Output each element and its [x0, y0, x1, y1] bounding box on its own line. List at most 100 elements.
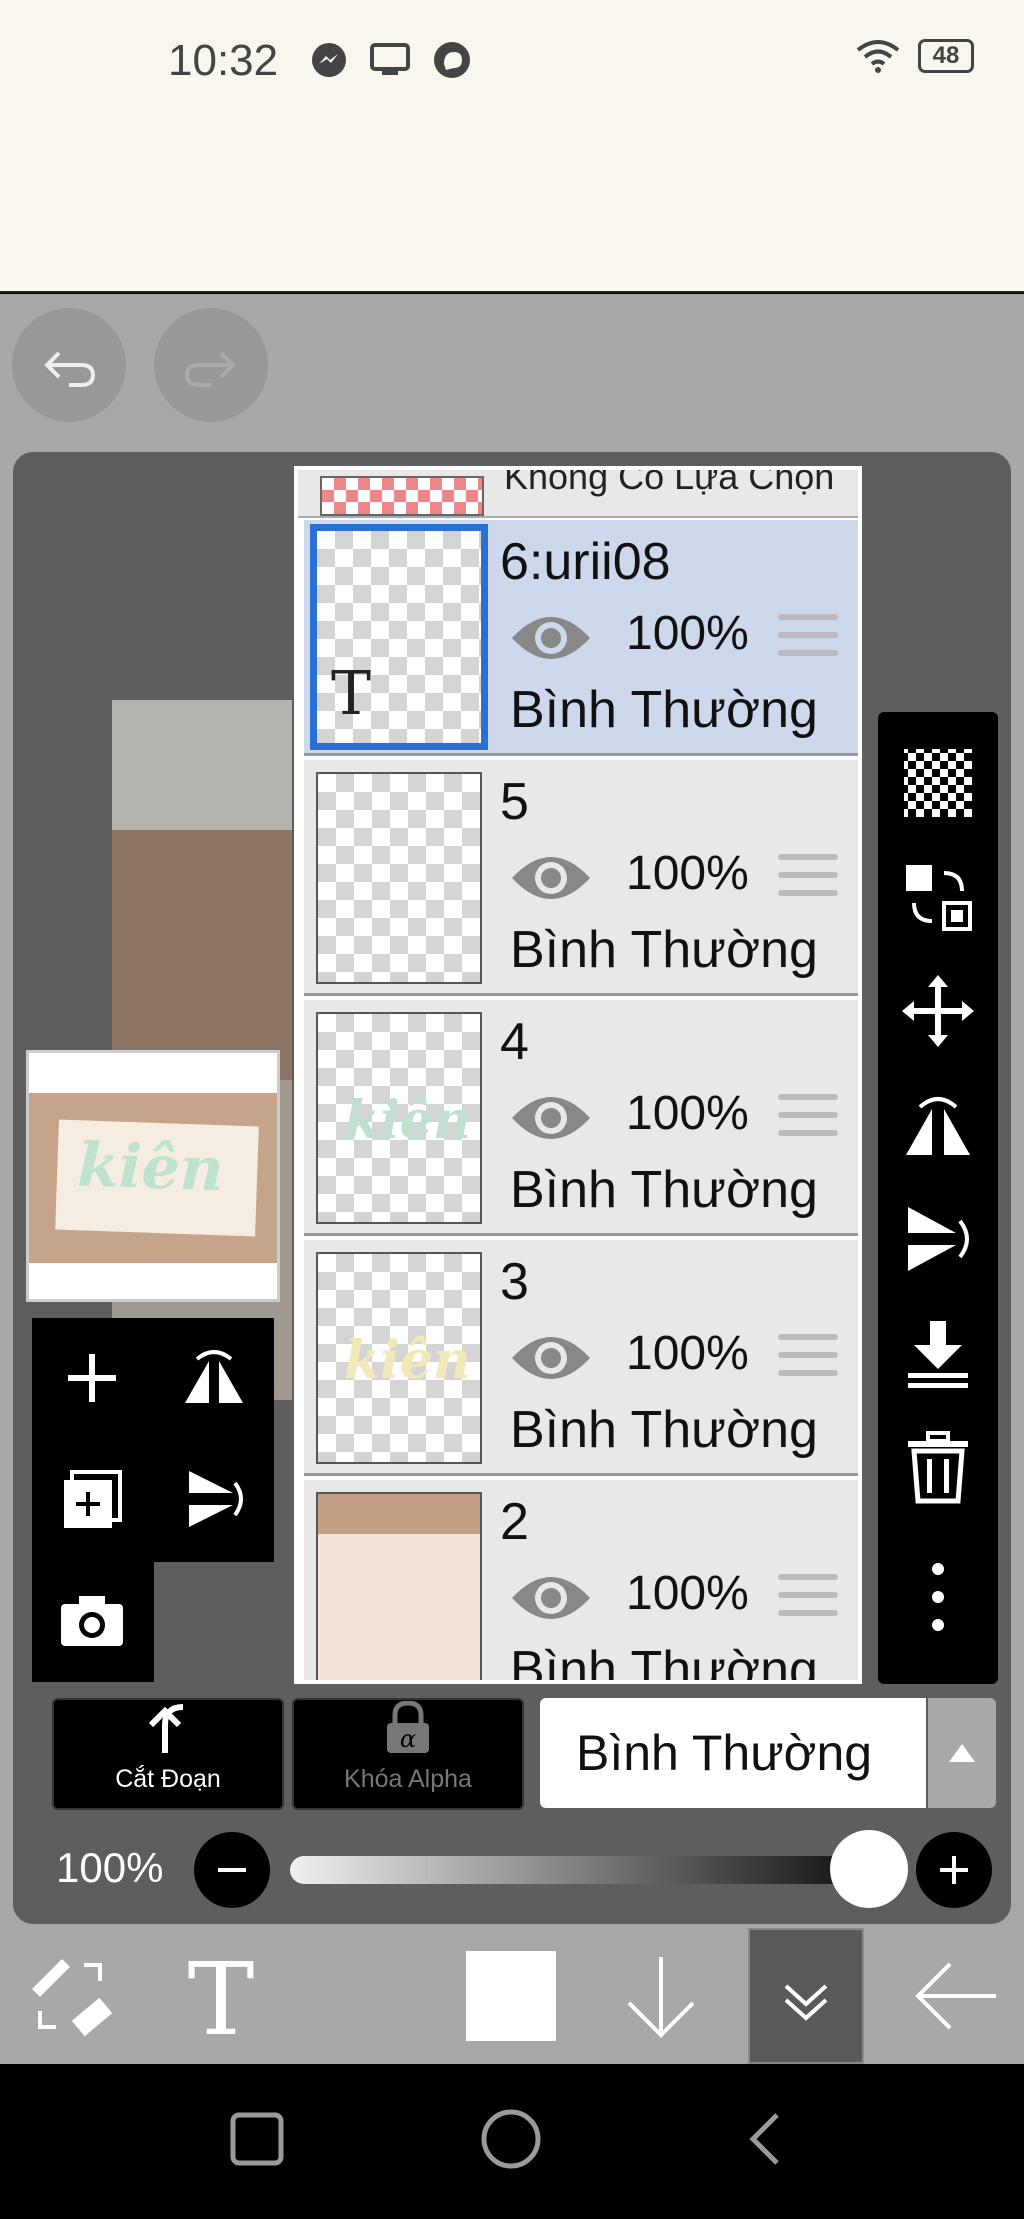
layers-panel-button[interactable]: [748, 1928, 864, 2064]
eye-icon[interactable]: [510, 1090, 592, 1146]
layer-blend-mode[interactable]: Bình Thường: [510, 1400, 818, 1460]
alpha-lock-button[interactable]: α Khóa Alpha: [292, 1698, 524, 1810]
layer-opacity: 100%: [626, 607, 749, 660]
clipping-button[interactable]: Cắt Đoạn: [52, 1698, 284, 1810]
wifi-icon: [856, 40, 900, 73]
status-bar: 10:32 48: [0, 0, 1024, 120]
text-tool-button[interactable]: T: [166, 1928, 276, 2064]
flip-layer-horizontal-button[interactable]: [878, 1070, 998, 1180]
redo-button[interactable]: [154, 308, 268, 422]
clipping-arrow-icon: [148, 1704, 184, 1753]
chevron-left-icon: [749, 2113, 779, 2165]
brush-eraser-tool-button[interactable]: [16, 1928, 126, 2064]
opacity-slider[interactable]: [290, 1856, 860, 1884]
layer-thumbnail: [316, 1492, 482, 1680]
layer-name: 4: [500, 1013, 529, 1071]
flip-vertical-icon: [189, 1471, 243, 1527]
opacity-decrease-button[interactable]: [194, 1832, 270, 1908]
flip-vertical-button[interactable]: [154, 1440, 274, 1560]
system-navigation-bar: [0, 2064, 1024, 2219]
text-layer-glyph: T: [331, 659, 372, 729]
eye-icon[interactable]: [510, 1570, 592, 1626]
canvas-preview-middle: [112, 830, 292, 1080]
layer-list: Không Có Lựa Chọn T 6:urii08 100% Bình T…: [294, 466, 862, 1684]
drag-handle-icon[interactable]: [778, 1094, 838, 1144]
opacity-increase-button[interactable]: [916, 1832, 992, 1908]
opacity-slider-thumb[interactable]: [830, 1830, 908, 1908]
screen-cast-icon: [370, 43, 410, 75]
thumbnail-paper: kiên: [55, 1119, 259, 1237]
delete-layer-button[interactable]: [878, 1412, 998, 1522]
layer-thumbnail: [316, 772, 482, 984]
color-swatch-button[interactable]: [456, 1928, 566, 2064]
back-button[interactable]: [900, 1928, 1010, 2064]
redo-icon: [184, 351, 236, 387]
messenger-icon: [312, 43, 346, 77]
add-layer-button[interactable]: [32, 1318, 152, 1438]
eye-icon[interactable]: [510, 1330, 592, 1386]
layer-reference-button[interactable]: [878, 842, 998, 952]
svg-text:α: α: [400, 1725, 416, 1753]
layer-row-4[interactable]: kiên 4 100% Bình Thường: [304, 1000, 858, 1236]
undo-button[interactable]: [12, 308, 126, 422]
svg-text:T: T: [188, 1948, 255, 2044]
thumbnail-background: kiên: [29, 1093, 277, 1263]
flip-horizontal-button[interactable]: [154, 1318, 274, 1438]
top-blank-area: [0, 120, 1024, 293]
move-button[interactable]: [878, 956, 998, 1066]
text-tool-icon: T: [188, 1948, 255, 2044]
layer-row-2[interactable]: 2 100% Bình Thường: [304, 1480, 858, 1680]
main-toolbar: T: [0, 1928, 1024, 2064]
selection-layer[interactable]: Không Có Lựa Chọn: [298, 470, 858, 518]
camera-icon: [61, 1596, 123, 1646]
layer-opacity: 100%: [626, 1087, 749, 1140]
canvas-preview-top: [112, 700, 292, 830]
notification-icons: [310, 40, 472, 80]
chat-bubble-icon: [434, 42, 470, 78]
camera-tool: [32, 1560, 154, 1682]
layer-blend-mode[interactable]: Bình Thường: [510, 680, 818, 740]
layer-blend-mode[interactable]: Bình Thường: [510, 1160, 818, 1220]
merge-down-button[interactable]: [878, 1298, 998, 1408]
camera-button[interactable]: [32, 1560, 152, 1680]
layer-row-5[interactable]: 5 100% Bình Thường: [304, 760, 858, 996]
drag-handle-icon[interactable]: [778, 1574, 838, 1624]
more-options-button[interactable]: [878, 1542, 998, 1652]
layer-thumbnail-text: kiên: [344, 1090, 471, 1151]
flip-layer-vertical-button[interactable]: [878, 1184, 998, 1294]
layer-thumbnail-text: kiên: [344, 1330, 471, 1391]
layer-name: 2: [500, 1493, 529, 1551]
blend-mode-select[interactable]: Bình Thường: [540, 1698, 926, 1808]
drag-handle-icon[interactable]: [778, 854, 838, 904]
layer-row-3[interactable]: kiên 3 100% Bình Thường: [304, 1240, 858, 1476]
square-icon: [230, 2112, 284, 2166]
transparency-button[interactable]: [878, 728, 998, 838]
checkerboard-icon: [904, 749, 972, 817]
duplicate-layer-button[interactable]: [32, 1440, 152, 1560]
alpha-lock-label: Khóa Alpha: [344, 1765, 472, 1793]
layer-row-6[interactable]: T 6:urii08 100% Bình Thường: [304, 520, 858, 756]
minus-icon: [218, 1868, 246, 1872]
drag-handle-icon[interactable]: [778, 1334, 838, 1384]
drag-handle-icon[interactable]: [778, 614, 838, 664]
more-vertical-icon: [932, 1563, 944, 1631]
recents-button[interactable]: [222, 2104, 292, 2174]
eye-icon[interactable]: [510, 850, 592, 906]
duplicate-layer-icon: [64, 1470, 122, 1528]
move-layer-down-button[interactable]: [606, 1928, 716, 2064]
battery-icon: 48: [918, 39, 974, 73]
brush-eraser-icon: [32, 1959, 113, 2037]
clipping-label: Cắt Đoạn: [115, 1765, 221, 1793]
status-time: 10:32: [168, 36, 279, 85]
arrow-left-icon: [915, 1962, 996, 2030]
layer-thumbnail: kiên: [316, 1252, 482, 1464]
eye-icon[interactable]: [510, 610, 592, 666]
selection-layer-thumbnail: [320, 476, 484, 516]
canvas-thumbnail[interactable]: kiên: [26, 1050, 280, 1302]
layer-blend-mode[interactable]: Bình Thường: [510, 920, 818, 980]
flip-horizontal-icon: [906, 1097, 970, 1155]
home-button[interactable]: [476, 2104, 546, 2174]
system-back-button[interactable]: [730, 2104, 800, 2174]
layer-blend-mode[interactable]: Bình Thường: [510, 1640, 818, 1680]
blend-mode-dropdown-button[interactable]: [928, 1698, 996, 1808]
